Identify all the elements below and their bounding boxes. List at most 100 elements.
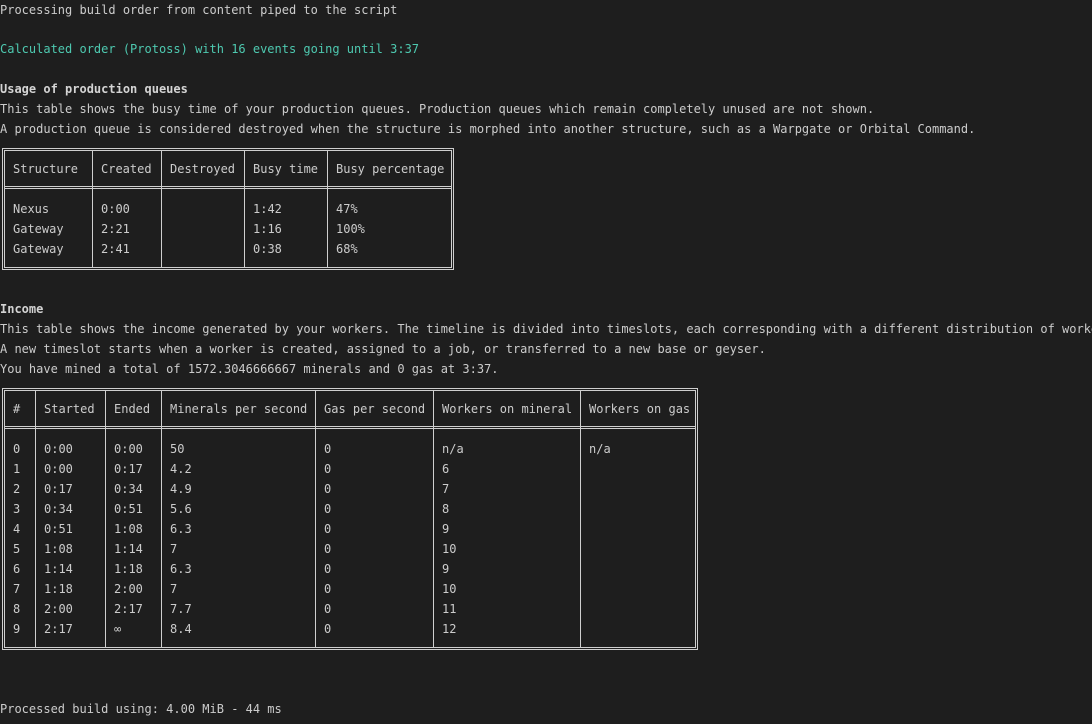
income-cell: 10 <box>442 542 457 556</box>
income-cell: 7 <box>13 582 21 596</box>
queues-cell: Gateway <box>13 222 64 236</box>
processed-stats: Processed build using: 4.00 MiB - 44 ms <box>0 702 282 716</box>
income-cell: 8 <box>13 602 21 616</box>
queues-cell: 2:41 <box>101 242 130 256</box>
income-cell: 11 <box>442 602 457 616</box>
income-column-header: Ended <box>114 402 151 416</box>
income-cell: 0:34 <box>114 482 143 496</box>
income-cell: 7 <box>170 582 178 596</box>
queues-header-row: Structure Created Destroyed Busy time Busy p… <box>5 159 451 179</box>
income-cell: 1:08 <box>114 522 143 536</box>
queues-cell: 47% <box>336 202 358 216</box>
income-cell: 9 <box>442 522 450 536</box>
income-cell: 0 <box>324 462 332 476</box>
income-cell: 1:18 <box>114 562 143 576</box>
income-cell: 50 <box>170 442 185 456</box>
queues-column-divider <box>327 151 328 267</box>
queues-cell: 1:42 <box>253 202 282 216</box>
income-row: 3 0:34 0:51 5.6 0 8 <box>5 499 695 519</box>
income-cell <box>581 579 695 599</box>
queues-cell: 0:00 <box>101 202 130 216</box>
queues-cell <box>162 239 245 259</box>
income-row: 7 1:18 2:00 7 0 10 <box>5 579 695 599</box>
queues-row: Gateway 2:41 0:38 68% <box>5 239 451 259</box>
income-description-1: This table shows the income generated by… <box>0 322 1092 336</box>
income-cell: 2 <box>13 482 21 496</box>
income-cell: 7 <box>442 482 450 496</box>
income-cell: 1:14 <box>114 542 143 556</box>
income-cell: 6 <box>442 462 450 476</box>
income-row: 9 2:17 ∞ 8.4 0 12 <box>5 619 695 639</box>
income-row: 6 1:14 1:18 6.3 0 9 <box>5 559 695 579</box>
income-cell: 0:17 <box>114 462 143 476</box>
queues-column-header: Busy percentage <box>336 162 445 176</box>
income-cell: 2:17 <box>44 622 73 636</box>
income-cell: 12 <box>442 622 457 636</box>
income-column-divider <box>161 391 162 647</box>
income-cell: 2:17 <box>114 602 143 616</box>
calculated-order-message: Calculated order (Protoss) with 16 event… <box>0 42 420 56</box>
queues-column-divider <box>244 151 245 267</box>
queues-description-1: This table shows the busy time of your p… <box>0 102 875 116</box>
income-cell: 5.6 <box>170 502 192 516</box>
income-cell: 2:00 <box>44 602 73 616</box>
queues-cell: 1:16 <box>253 222 282 236</box>
income-cell: n/a <box>589 442 611 456</box>
income-column-divider <box>580 391 581 647</box>
income-header-row: # Started Ended Minerals per second Gas per … <box>5 399 695 419</box>
income-cell <box>581 519 695 539</box>
income-cell: 4 <box>13 522 21 536</box>
income-cell: 9 <box>442 562 450 576</box>
income-cell: 0:17 <box>44 482 73 496</box>
income-cell: 0 <box>324 562 332 576</box>
queues-column-header: Destroyed <box>170 162 236 176</box>
income-cell: 5 <box>13 542 21 556</box>
income-cell: ∞ <box>114 622 122 636</box>
queues-column-header: Created <box>101 162 152 176</box>
income-column-divider <box>433 391 434 647</box>
income-cell: 7 <box>170 542 178 556</box>
income-cell: 0 <box>324 582 332 596</box>
income-cell: 6.3 <box>170 522 192 536</box>
queues-cell: 0:38 <box>253 242 282 256</box>
income-cell: 3 <box>13 502 21 516</box>
income-column-divider <box>105 391 106 647</box>
income-cell: 0 <box>324 602 332 616</box>
income-cell: 0 <box>324 442 332 456</box>
queues-cell <box>162 199 245 219</box>
income-column-header: Minerals per second <box>170 402 308 416</box>
income-cell: 4.9 <box>170 482 192 496</box>
income-cell <box>581 599 695 619</box>
income-description-2: A new timeslot starts when a worker is c… <box>0 342 766 356</box>
queues-row: Gateway 2:21 1:16 100% <box>5 219 451 239</box>
income-header-separator <box>5 426 695 429</box>
queues-cell: 100% <box>336 222 365 236</box>
income-cell: 0 <box>324 542 332 556</box>
income-column-header: Gas per second <box>324 402 426 416</box>
queues-column-header: Busy time <box>253 162 319 176</box>
income-row: 2 0:17 0:34 4.9 0 7 <box>5 479 695 499</box>
income-cell: 8.4 <box>170 622 192 636</box>
queues-section-title: Usage of production queues <box>0 82 188 96</box>
income-cell: 4.2 <box>170 462 192 476</box>
income-cell: 0 <box>13 442 21 456</box>
income-section-title: Income <box>0 302 44 316</box>
income-row: 5 1:08 1:14 7 0 10 <box>5 539 695 559</box>
income-column-divider <box>315 391 316 647</box>
income-cell: 0:00 <box>44 442 73 456</box>
income-cell <box>581 559 695 579</box>
income-cell <box>581 479 695 499</box>
queues-column-header: Structure <box>13 162 79 176</box>
income-cell <box>581 539 695 559</box>
income-cell: 0 <box>324 502 332 516</box>
income-row: 4 0:51 1:08 6.3 0 9 <box>5 519 695 539</box>
income-cell: 8 <box>442 502 450 516</box>
queues-description-2: A production queue is considered destroy… <box>0 122 976 136</box>
queues-header-separator <box>5 186 451 189</box>
income-row: 0 0:00 0:00 50 0 n/a n/a <box>5 439 695 459</box>
income-cell: 0:51 <box>114 502 143 516</box>
income-cell: 6.3 <box>170 562 192 576</box>
queues-row: Nexus 0:00 1:42 47% <box>5 199 451 219</box>
queues-cell: 68% <box>336 242 358 256</box>
income-cell <box>581 459 695 479</box>
